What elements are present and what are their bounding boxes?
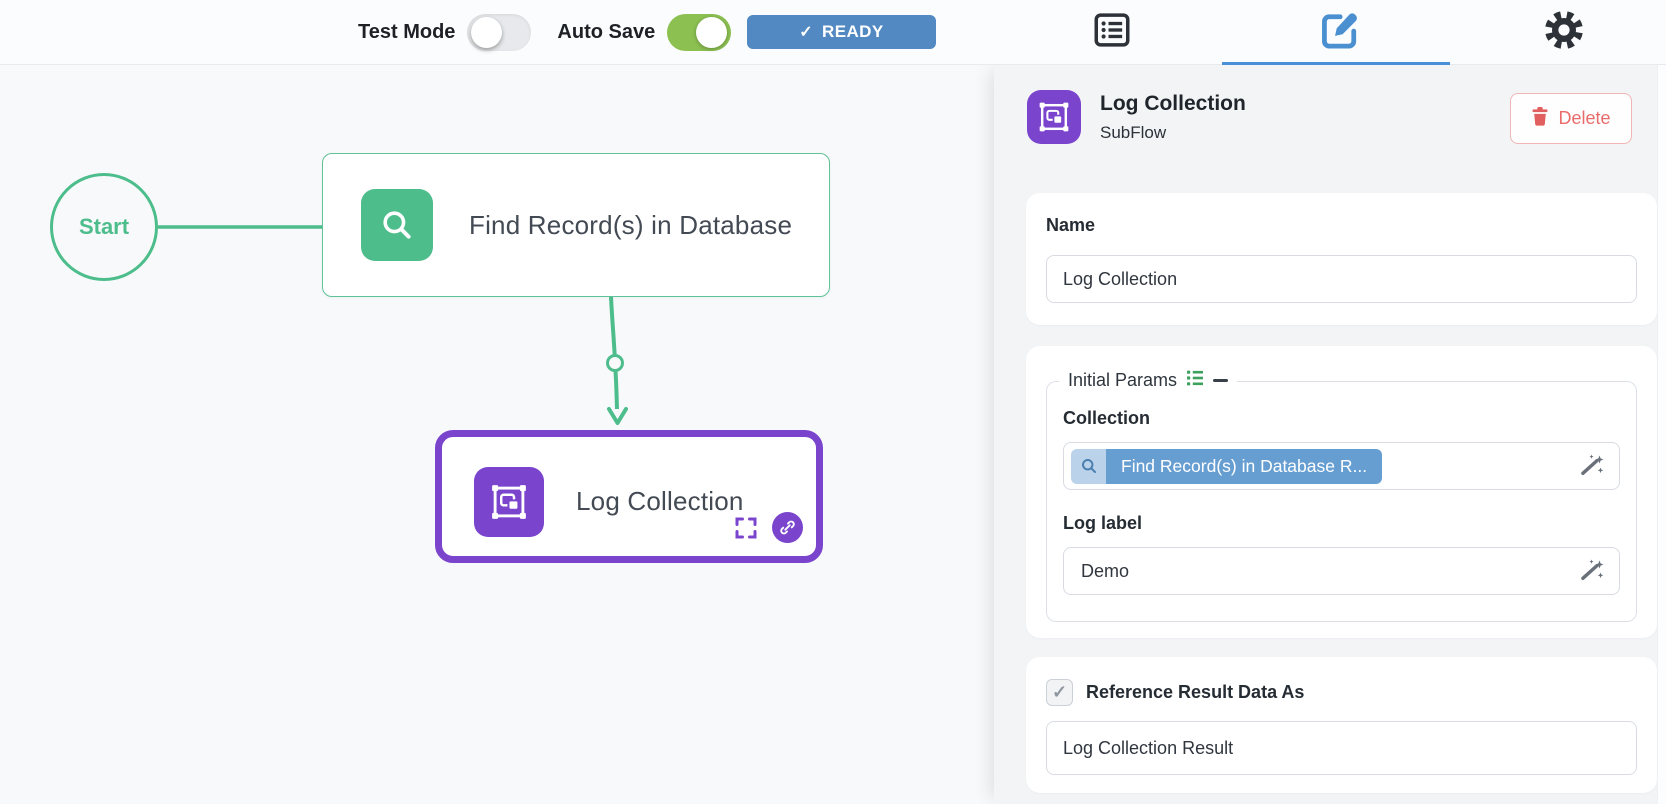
toolbar-controls: Test Mode Auto Save ✓ READY (358, 0, 936, 64)
start-node-label: Start (78, 214, 130, 239)
auto-save-toggle[interactable] (667, 13, 732, 51)
node-title: Log Collection (576, 486, 744, 516)
delete-button[interactable]: Delete (1510, 93, 1632, 144)
magic-wand-icon[interactable] (1579, 453, 1605, 479)
toggle-knob (696, 16, 728, 48)
log-label-field-label: Log label (1063, 513, 1143, 533)
panel-scrollbar[interactable] (1657, 65, 1666, 804)
check-icon: ✓ (1051, 682, 1068, 702)
link-icon[interactable] (772, 512, 803, 543)
log-label-value: Demo (1081, 560, 1130, 581)
edit-pencil-icon (1318, 8, 1362, 57)
test-mode-toggle[interactable] (467, 13, 532, 51)
reference-checkbox-row: ✓ Reference Result Data As (1046, 679, 1304, 706)
start-node[interactable]: Start (50, 173, 158, 281)
panel-subtitle: SubFlow (1100, 123, 1167, 142)
search-icon (1071, 448, 1106, 484)
reference-result-card: ✓ Reference Result Data As (1026, 657, 1657, 793)
panel-title: Log Collection (1100, 92, 1246, 115)
node-editor-panel: Log Collection SubFlow Delete Name Initi… (994, 65, 1666, 804)
toggle-knob (471, 16, 503, 48)
param-list-icon[interactable] (1185, 368, 1205, 393)
collection-input[interactable]: Find Record(s) in Database R... (1063, 442, 1620, 490)
reference-result-input[interactable] (1046, 721, 1637, 775)
check-icon: ✓ (799, 24, 814, 41)
initial-params-fieldset: Initial Params Collection Find Record(s)… (1046, 368, 1637, 622)
collection-field-label: Collection (1063, 408, 1151, 428)
search-icon (361, 189, 433, 261)
auto-save-label: Auto Save (557, 20, 656, 43)
active-tab-underline (1222, 62, 1450, 65)
tab-node-list[interactable] (1088, 8, 1136, 56)
name-section-card: Name (1026, 193, 1657, 325)
log-label-input[interactable]: Demo (1063, 547, 1620, 595)
magic-wand-icon[interactable] (1579, 558, 1605, 584)
subflow-icon (474, 466, 544, 537)
test-mode-label: Test Mode (358, 20, 456, 43)
name-field-label: Name (1046, 215, 1096, 235)
flow-canvas[interactable]: Start Find Record(s) in Database Log Col… (0, 65, 994, 804)
node-title: Find Record(s) in Database (469, 209, 793, 240)
initial-params-legend: Initial Params (1059, 368, 1238, 393)
gear-icon (1542, 8, 1586, 57)
subflow-icon (1027, 90, 1081, 144)
tab-settings[interactable] (1540, 8, 1588, 56)
collapse-icon[interactable] (1213, 379, 1229, 382)
node-log-collection[interactable]: Log Collection (435, 430, 823, 563)
reference-checkbox[interactable]: ✓ (1046, 679, 1073, 706)
expand-icon[interactable] (734, 516, 758, 540)
list-icon (1091, 9, 1133, 56)
node-find-records[interactable]: Find Record(s) in Database (322, 153, 830, 297)
trash-icon (1531, 106, 1549, 131)
collection-reference-chip[interactable]: Find Record(s) in Database R... (1071, 448, 1383, 484)
top-toolbar: Test Mode Auto Save ✓ READY (0, 0, 1666, 65)
ready-status-button[interactable]: ✓ READY (747, 15, 936, 49)
ready-label: READY (822, 22, 884, 41)
reference-label: Reference Result Data As (1086, 682, 1305, 702)
tab-node-editor[interactable] (1316, 8, 1364, 56)
initial-params-card: Initial Params Collection Find Record(s)… (1026, 346, 1657, 638)
chip-label: Find Record(s) in Database R... (1106, 448, 1383, 484)
initial-params-label: Initial Params (1068, 370, 1178, 390)
delete-label: Delete (1558, 108, 1611, 128)
name-input[interactable] (1046, 255, 1637, 303)
